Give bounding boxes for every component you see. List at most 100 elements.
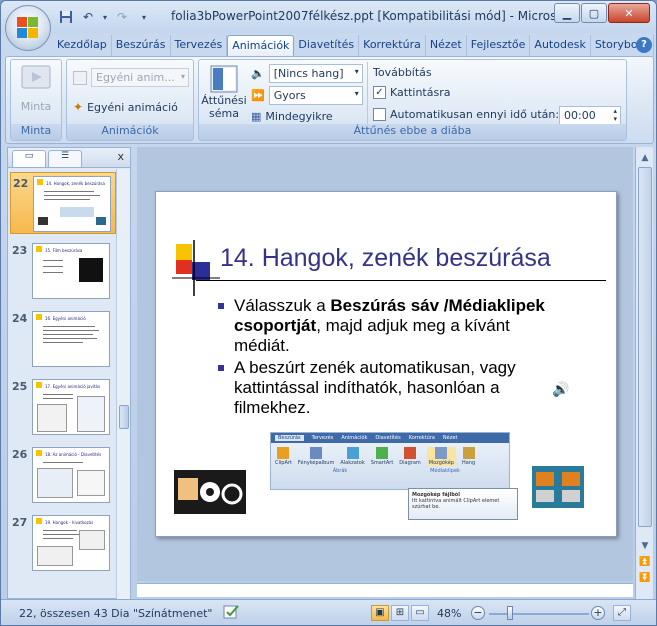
tab-nezet[interactable]: Nézet (426, 35, 467, 57)
embedded-ribbon-image: Beszúrás Tervezés Animációk Diavetítés K… (270, 432, 510, 490)
slides-panel-scroll-thumb[interactable] (119, 405, 129, 429)
transition-scheme-icon (210, 65, 238, 93)
slide-counter: 22, összesen 43 Dia (19, 607, 130, 620)
office-logo-icon (17, 17, 39, 39)
group-label-minta: Minta (11, 124, 61, 140)
group-divider (367, 62, 368, 124)
on-click-checkbox[interactable]: ✓ Kattintásra (373, 86, 450, 99)
customize-toolbar-icon[interactable]: ▾ (135, 8, 153, 26)
undo-icon[interactable]: ↶ (79, 8, 97, 26)
slide-thumbnail-27[interactable]: 27 19. Hangok - hivatkozás (10, 512, 116, 574)
redo-icon[interactable]: ↷ (113, 8, 131, 26)
bullet-1: Válasszuk a Beszúrás sáv /Médiaklipek cs… (218, 296, 548, 356)
animate-combo[interactable]: Egyéni anim... ▾ (91, 68, 189, 87)
slide-title[interactable]: 14. Hangok, zenék beszúrása (220, 244, 551, 273)
minimize-button[interactable]: ▁ (554, 3, 580, 23)
tab-kezdolap[interactable]: Kezdőlap (53, 35, 112, 57)
main-vertical-scrollbar[interactable]: ▲ ▼ ⏫ ⏬ (635, 147, 653, 599)
next-slide-icon[interactable]: ⏬ (638, 571, 652, 585)
zoom-level[interactable]: 48% (437, 607, 461, 620)
slide-thumbnail-25[interactable]: 25 17. Egyéni animáció javítás (10, 376, 116, 438)
tab-korrektura[interactable]: Korrektúra (359, 35, 426, 57)
slide-editing-area: 14. Hangok, zenék beszúrása Válasszuk a … (137, 147, 633, 581)
tab-autodesk[interactable]: Autodesk (530, 35, 591, 57)
slide-body[interactable]: Válasszuk a Beszúrás sáv /Médiaklipek cs… (218, 296, 548, 420)
previous-slide-icon[interactable]: ⏫ (638, 555, 652, 569)
thumbnail-image: 14. Hangok, zenék beszúrása (33, 176, 111, 232)
apply-all-button[interactable]: ▦ Mindegyikre (251, 110, 333, 123)
tab-tervezes[interactable]: Tervezés (171, 35, 228, 57)
group-minta: Minta Minta (10, 59, 62, 141)
custom-animation-icon: ✦ (73, 100, 84, 114)
tab-slides-icon[interactable]: ▭ (12, 150, 46, 167)
undo-dropdown-icon[interactable]: ▾ (101, 8, 109, 26)
zoom-slider-knob[interactable] (507, 606, 513, 620)
slide-thumbnail-24[interactable]: 24 16. Egyéni animáció (10, 308, 116, 370)
office-button[interactable] (5, 5, 51, 51)
fit-to-window-button[interactable]: ⤢ (613, 605, 631, 621)
group-label-animaciok: Animációk (67, 124, 193, 140)
speed-row: ⏩ Gyors ▾ (251, 86, 363, 105)
transition-scheme-button[interactable]: Áttűnési séma (201, 64, 247, 120)
auto-advance-checkbox[interactable]: Automatikusan ennyi idő után: (373, 108, 559, 121)
tab-diavetites[interactable]: Diavetítés (294, 35, 360, 57)
sound-row: 🔈 [Nincs hang] ▾ (251, 64, 363, 83)
group-animaciok: Egyéni anim... ▾ ✦ Egyéni animáció Animá… (66, 59, 194, 141)
panel-tabs: ▭ ☰ x (8, 148, 130, 168)
close-button[interactable]: ✕ (608, 3, 650, 23)
thumbnail-image: 19. Hangok - hivatkozás (32, 515, 110, 571)
ribbon: Minta Minta Egyéni anim... ▾ ✦ Egyéni an… (5, 56, 654, 144)
preview-button[interactable]: Minta (15, 64, 57, 113)
main-scroll-thumb[interactable] (638, 167, 652, 527)
tab-outline-icon[interactable]: ☰ (48, 150, 82, 167)
tab-beszuras[interactable]: Beszúrás (112, 35, 171, 57)
speaker-icon[interactable]: 🔊 (552, 382, 569, 398)
slideshow-view-button[interactable]: ▭ (411, 605, 429, 621)
slide-thumbnail-23[interactable]: 23 15. Film beszúrása (10, 240, 116, 302)
gears-clipart-icon (174, 470, 246, 514)
group-attunes: Áttűnési séma 🔈 [Nincs hang] ▾ ⏩ Gyors ▾ ▦… (198, 59, 627, 141)
title-underline (196, 280, 606, 281)
thumbnail-image: 17. Egyéni animáció javítás (32, 379, 110, 435)
close-panel-icon[interactable]: x (117, 150, 124, 163)
group-label-attunes: Áttűnés ebbe a diába (199, 124, 626, 140)
apply-all-icon: ▦ (251, 110, 262, 123)
zoom-out-button[interactable]: − (471, 606, 485, 620)
sound-icon: 🔈 (251, 67, 265, 80)
slides-panel: ▭ ☰ x 22 14. Hangok, zenék beszúrása 23 … (7, 147, 131, 599)
tab-fejlesztoeszkozok[interactable]: Fejlesztőe (467, 35, 531, 57)
animate-row: Egyéni anim... ▾ (73, 68, 189, 87)
maximize-button[interactable]: ▢ (581, 3, 607, 23)
quick-access-toolbar: ↶ ▾ ↷ ▾ (57, 7, 153, 27)
slide-sorter-view-button[interactable]: ⊞ (391, 605, 409, 621)
save-icon[interactable] (57, 8, 75, 26)
slide-thumbnail-22[interactable]: 22 14. Hangok, zenék beszúrása (10, 172, 116, 234)
thumbnail-image: 16. Egyéni animáció (32, 311, 110, 367)
preview-icon (21, 65, 51, 89)
spelling-check-icon[interactable] (223, 604, 241, 623)
zoom-in-button[interactable]: + (591, 606, 605, 620)
help-icon[interactable]: ? (636, 37, 652, 53)
transition-sound-combo[interactable]: [Nincs hang] ▾ (268, 64, 363, 83)
notes-pane[interactable] (137, 583, 633, 597)
title-decoration-icon (172, 240, 220, 296)
scroll-up-icon[interactable]: ▲ (638, 151, 652, 165)
theme-name[interactable]: "Színátmenet" (133, 607, 213, 620)
current-slide[interactable]: 14. Hangok, zenék beszúrása Válasszuk a … (155, 191, 617, 537)
ribbon-tabs: Kezdőlap Beszúrás Tervezés Animációk Dia… (53, 35, 654, 57)
slide-thumbnail-26[interactable]: 26 18. Az animáció - Diavetítés (10, 444, 116, 506)
normal-view-button[interactable]: ▣ (371, 605, 389, 621)
zoom-slider-track[interactable] (489, 613, 589, 615)
computers-clipart-icon (532, 466, 584, 508)
transition-speed-combo[interactable]: Gyors ▾ (268, 86, 363, 105)
speed-icon: ⏩ (251, 89, 265, 102)
advance-header: Továbbítás (373, 66, 432, 79)
tab-animaciok[interactable]: Animációk (227, 35, 295, 57)
scroll-down-icon[interactable]: ▼ (638, 539, 652, 553)
custom-animation-button[interactable]: ✦ Egyéni animáció (73, 100, 178, 114)
bullet-2: A beszúrt zenék automatikusan, vagy katt… (218, 358, 548, 418)
auto-advance-time-spinner[interactable]: 00:00 ▴ ▾ (559, 106, 621, 125)
title-bar: ↶ ▾ ↷ ▾ folia3bPowerPoint2007félkész.ppt… (1, 1, 656, 33)
thumbnail-image: 18. Az animáció - Diavetítés (32, 447, 110, 503)
slides-panel-scrollbar[interactable] (116, 169, 130, 599)
